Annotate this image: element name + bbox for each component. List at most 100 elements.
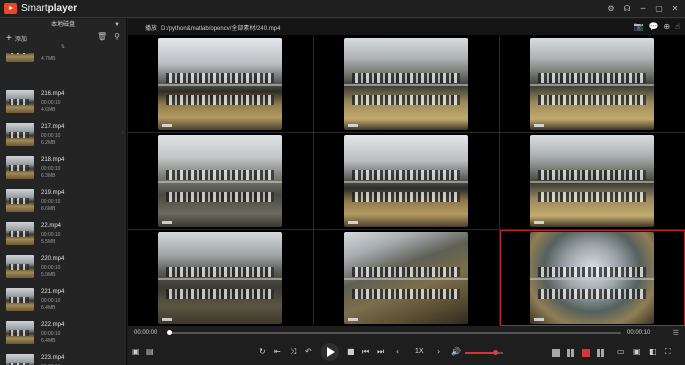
file-list-item[interactable]: 4.7MB — [0, 53, 127, 86]
scroll-indicator[interactable]: ‹ — [122, 130, 124, 136]
video-thumbnail — [6, 189, 34, 212]
timestamp-overlay — [162, 221, 172, 224]
layout-3x3-icon[interactable] — [582, 349, 590, 357]
timestamp-overlay — [348, 124, 358, 127]
file-list-item[interactable]: 217.mp4 00:00:10 6.2MB — [0, 119, 127, 152]
window-mode-icon[interactable]: ▭ — [617, 347, 625, 357]
progress-track[interactable] — [167, 330, 621, 335]
source-label: 本地磁盘 — [50, 22, 75, 28]
rail-shape — [344, 278, 468, 280]
source-selector[interactable]: 本地磁盘 ▼ — [0, 19, 126, 32]
add-icon[interactable]: + — [6, 33, 12, 44]
file-list-item[interactable]: 221.mp4 00:00:10 6.4MB — [0, 284, 127, 317]
volume-icon[interactable]: 🔊 — [451, 347, 461, 357]
sequence-icon[interactable]: ⇤ — [274, 347, 281, 357]
fit-screen-icon[interactable]: ▣ — [633, 347, 641, 357]
file-list-item[interactable]: 223.mp400:00:106.2MB — [0, 350, 127, 365]
path-bar: 播放 D:/python&matlab/opencv/全部素材/240.mp4 … — [128, 19, 685, 35]
camera-icon[interactable]: 📷 — [633, 22, 643, 31]
volume-fill — [465, 352, 495, 354]
next-icon[interactable]: ⏭ — [377, 347, 384, 357]
timestamp-overlay — [348, 221, 358, 224]
file-size: 4.7MB — [41, 56, 56, 62]
layout-1x1-icon[interactable] — [552, 349, 560, 357]
fullscreen-icon[interactable]: ⛶ — [665, 347, 671, 357]
video-frame — [344, 38, 468, 130]
playback-speed[interactable]: 1X — [415, 348, 424, 355]
file-list-item[interactable]: 22.mp4 00:00:10 5.5MB — [0, 218, 127, 251]
stop-icon[interactable]: ■ — [347, 347, 355, 357]
file-list-item[interactable]: 216.mp4 00:00:10 4.6MB — [0, 86, 127, 119]
shuffle-icon[interactable]: ⤨ — [290, 347, 296, 357]
video-cell[interactable] — [500, 36, 685, 132]
faster-button[interactable]: › — [437, 347, 440, 357]
layout-2x2-icon[interactable] — [567, 349, 575, 357]
player-area: 播放 D:/python&matlab/opencv/全部素材/240.mp4 … — [128, 19, 685, 365]
file-name: 220.mp4 — [41, 256, 65, 262]
file-size: 6.3MB — [41, 173, 56, 179]
stall-shape — [538, 266, 646, 277]
add-button[interactable]: 添加 — [15, 34, 27, 43]
slower-button[interactable]: ‹ — [396, 347, 399, 357]
stall-shape — [166, 95, 274, 106]
video-frame — [344, 135, 468, 227]
rail-shape — [530, 278, 654, 280]
video-cell[interactable] — [314, 133, 499, 229]
play-button[interactable] — [321, 343, 339, 361]
previous-icon[interactable]: ⏮ — [362, 347, 369, 357]
rail-shape — [158, 278, 282, 280]
video-thumbnail — [6, 222, 34, 245]
maximize-button[interactable]: ▢ — [653, 2, 665, 15]
stall-shape — [538, 169, 646, 180]
stall-shape — [538, 289, 646, 300]
file-list-item[interactable]: 222.mp4 00:00:10 6.4MB — [0, 317, 127, 350]
stall-shape — [352, 95, 460, 106]
sort-icon[interactable]: ⇅ — [0, 44, 126, 52]
video-cell[interactable] — [314, 230, 499, 326]
volume-slider[interactable] — [465, 350, 503, 355]
file-list-item[interactable]: 218.mp4 00:00:10 6.3MB — [0, 152, 127, 185]
video-frame — [344, 232, 468, 324]
file-size: 4.6MB — [41, 107, 56, 113]
zoom-icon[interactable]: ⊕ — [663, 22, 670, 31]
minimize-button[interactable]: ─ — [637, 2, 649, 15]
settings-panel-icon[interactable]: ☰ — [673, 329, 679, 337]
undo-icon[interactable]: ↶ — [305, 347, 312, 357]
volume-handle[interactable] — [492, 350, 498, 355]
headset-icon[interactable]: ☊ — [621, 2, 633, 15]
open-file-icon[interactable]: ▣ — [132, 347, 140, 357]
video-cell[interactable] — [128, 133, 313, 229]
pip-icon[interactable]: ◧ — [649, 347, 657, 357]
rail-shape — [344, 181, 468, 183]
file-list-item[interactable]: 220.mp4 00:00:10 5.9MB — [0, 251, 127, 284]
chevron-down-icon[interactable]: ▼ — [114, 19, 120, 32]
video-cell[interactable] — [500, 133, 685, 229]
video-cell[interactable] — [128, 36, 313, 132]
file-list-item[interactable]: 219.mp4 00:00:10 6.6MB — [0, 185, 127, 218]
video-thumbnail — [6, 53, 34, 62]
video-frame — [158, 38, 282, 130]
seek-bar: 00:00:00 00:00:10 ☰ — [128, 326, 685, 340]
search-icon[interactable]: ⚲ — [114, 32, 120, 41]
video-grid — [128, 36, 685, 326]
chat-icon[interactable]: 💬 — [648, 22, 658, 31]
stall-shape — [538, 192, 646, 203]
file-size: 6.2MB — [41, 140, 56, 146]
playlist-icon[interactable]: ▤ — [146, 347, 154, 357]
video-cell[interactable] — [314, 36, 499, 132]
video-cell[interactable] — [500, 230, 685, 326]
video-cell[interactable] — [128, 230, 313, 326]
app-logo-icon — [4, 3, 17, 14]
progress-handle[interactable] — [167, 330, 172, 335]
file-size: 6.4MB — [41, 305, 56, 311]
delete-icon[interactable]: 🗑 — [97, 32, 107, 41]
timestamp-overlay — [348, 318, 358, 321]
pointer-icon[interactable]: ☝ — [675, 22, 680, 31]
file-duration: 00:00:10 — [41, 265, 61, 271]
settings-icon[interactable]: ⚙ — [605, 2, 617, 15]
repeat-icon[interactable]: ↻ — [259, 347, 266, 357]
layout-4x4-icon[interactable] — [597, 349, 605, 357]
stall-shape — [166, 266, 274, 277]
playlist-sidebar: 本地磁盘 ▼ + 添加 🗑 ⚲ ⇅ 4.7MB 216.mp4 00:00:10 4.… — [0, 19, 127, 365]
close-button[interactable]: ✕ — [669, 2, 681, 15]
